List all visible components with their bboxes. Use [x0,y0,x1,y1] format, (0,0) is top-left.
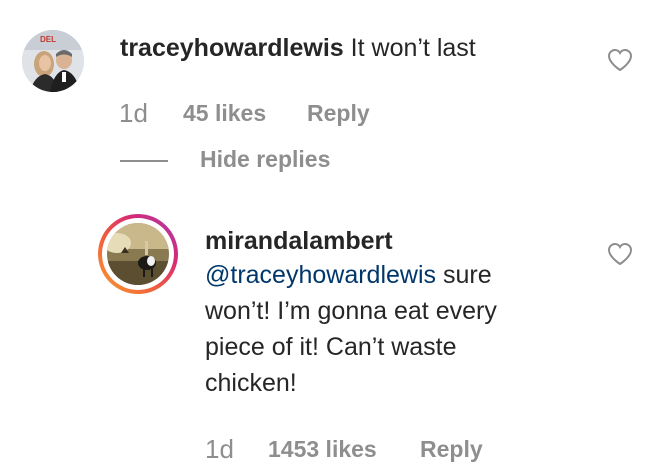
avatar-photo [107,223,169,285]
comment-line: traceyhowardlewis It won’t last [120,33,476,63]
hide-replies-button[interactable]: Hide replies [120,145,420,175]
reply-text-line: @traceyhowardlewis sure [205,257,595,293]
comment-text: It won’t last [350,34,476,62]
reply-button[interactable]: Reply [307,100,370,127]
avatar-sign-text: DEL [40,35,56,44]
reply-username[interactable]: mirandalambert [205,227,393,255]
reply-text-line: chicken! [205,369,297,397]
mention-link[interactable]: @traceyhowardlewis [205,261,436,289]
reply-button[interactable]: Reply [420,436,483,463]
reply-text: @traceyhowardlewis sure won’t! I’m gonna… [205,257,595,401]
heart-outline-icon[interactable] [607,242,633,266]
comment-username[interactable]: traceyhowardlewis [120,34,344,62]
comment-likes[interactable]: 45 likes [183,100,266,127]
avatar-ring-gap [102,218,174,290]
reply-text-line: won’t! I’m gonna eat every [205,297,497,325]
reply-likes[interactable]: 1453 likes [268,436,377,463]
reply-time[interactable]: 1d [205,434,234,465]
comment-item: DEL traceyhowardlewis It won’t last 1d 4… [0,0,656,190]
heart-outline-icon[interactable] [607,48,633,72]
comment-meta: 1d 45 likes Reply [0,98,656,130]
divider-line [120,160,168,162]
comment-time[interactable]: 1d [119,98,148,129]
hide-replies-label: Hide replies [200,146,331,172]
reply-text-line: piece of it! Can’t waste [205,333,457,361]
avatar-story-ring[interactable] [98,214,178,294]
reply-username-line: mirandalambert [205,226,393,256]
reply-item: mirandalambert @traceyhowardlewis sure w… [0,190,656,470]
avatar-photo: DEL [22,30,84,92]
reply-meta: 1d 1453 likes Reply [0,434,656,466]
reply-text-segment: sure [436,261,492,289]
avatar [107,223,169,285]
avatar[interactable]: DEL [22,30,84,92]
